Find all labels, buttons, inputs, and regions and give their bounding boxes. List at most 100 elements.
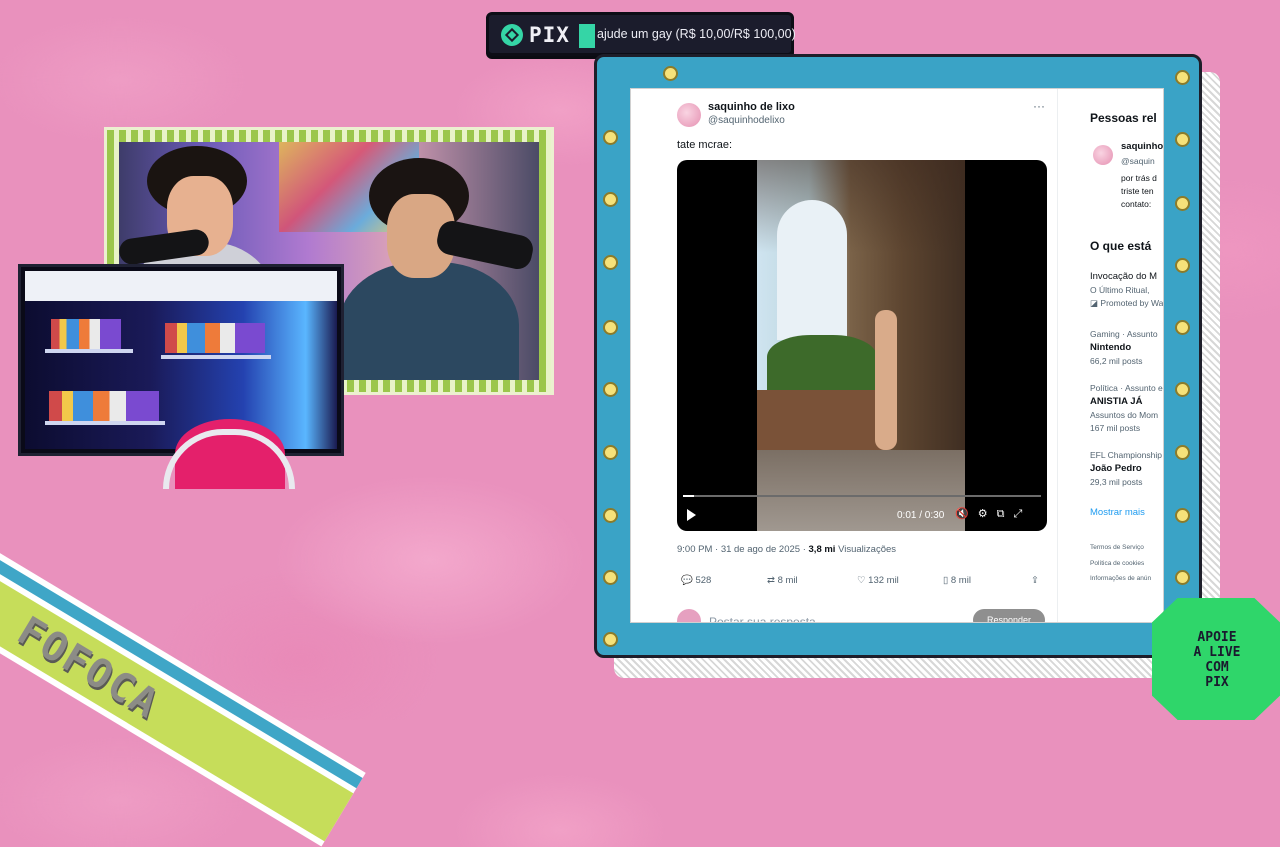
mute-icon[interactable]: 🔇 xyxy=(955,508,978,520)
video-progress-fill xyxy=(683,495,694,497)
related-bio-line: contato: xyxy=(1121,199,1152,209)
shelf-collectibles xyxy=(49,391,159,421)
video-wall xyxy=(757,390,887,450)
like-action[interactable]: ♡ 132 mil xyxy=(857,575,899,586)
video-foliage xyxy=(767,335,877,390)
trend-meta: 66,2 mil posts xyxy=(1090,356,1143,366)
guest-webcam-titlebar xyxy=(25,271,337,301)
tweet-meta: 9:00 PM · 31 de ago de 2025 · 3,8 mi Vis… xyxy=(677,544,896,555)
repost-action[interactable]: ⇄ 8 mil xyxy=(767,575,798,586)
trend-meta: Promoted by Wa xyxy=(1100,298,1164,308)
share-icon[interactable]: ⇪ xyxy=(1031,575,1039,586)
video-time: 0:01 / 0:30 xyxy=(897,510,945,521)
related-avatar[interactable] xyxy=(1093,145,1113,165)
footer-link[interactable]: Termos de Serviço xyxy=(1090,544,1144,551)
tweet-timestamp[interactable]: 9:00 PM · 31 de ago de 2025 · xyxy=(677,544,809,555)
related-name[interactable]: saquinho xyxy=(1121,141,1163,152)
marquee-bulb xyxy=(603,130,618,145)
marquee-bulb xyxy=(663,66,678,81)
related-bio-line: por trás d xyxy=(1121,173,1157,183)
marquee-bulb xyxy=(603,255,618,270)
marquee-bulb xyxy=(1175,320,1190,335)
marquee-bulb xyxy=(1175,132,1190,147)
settings-icon[interactable]: ⚙ xyxy=(978,508,997,520)
trend-meta: 167 mil posts xyxy=(1090,423,1141,433)
trend-item[interactable]: Política · Assunto e ANISTIA JÁ Assuntos… xyxy=(1090,383,1163,433)
more-options-icon[interactable]: ··· xyxy=(1033,99,1045,113)
video-controls: 🔇⚙⧉⤢ xyxy=(955,507,1031,521)
tweet-avatar[interactable] xyxy=(677,103,701,127)
trend-title: João Pedro xyxy=(1090,463,1142,474)
pix-icon xyxy=(501,24,523,46)
show-more-link[interactable]: Mostrar mais xyxy=(1090,507,1145,518)
pix-message: ajude um gay (R$ 10,00/R$ 100,00) xyxy=(597,27,796,41)
trend-context: Gaming · Assunto xyxy=(1090,329,1158,339)
shelf xyxy=(45,421,165,425)
trend-meta: 29,3 mil posts xyxy=(1090,477,1143,487)
tweet-panel: saquinho de lixo @saquinhodelixo ··· tat… xyxy=(631,89,1058,622)
trend-context: EFL Championship xyxy=(1090,450,1162,460)
reply-button[interactable]: Responder xyxy=(973,609,1045,622)
trend-item[interactable]: Gaming · Assunto Nintendo 66,2 mil posts xyxy=(1090,329,1163,366)
reply-input[interactable]: Postar sua resposta xyxy=(709,615,816,622)
footer-link[interactable]: Política de cookies xyxy=(1090,560,1144,567)
shelf-collectibles xyxy=(51,319,121,349)
browser-capture: saquinho de lixo @saquinhodelixo ··· tat… xyxy=(630,88,1164,623)
bookmark-count: 8 mil xyxy=(950,575,971,586)
tweet-video[interactable]: 0:01 / 0:30 🔇⚙⧉⤢ xyxy=(677,160,1047,531)
marquee-bulb xyxy=(1175,570,1190,585)
shelf xyxy=(161,355,271,359)
tweet-handle[interactable]: @saquinhodelixo xyxy=(708,115,785,126)
host-right-body xyxy=(339,262,519,380)
trend-title: ANISTIA JÁ xyxy=(1090,396,1143,407)
video-person xyxy=(875,310,897,450)
play-icon[interactable] xyxy=(687,509,696,521)
marquee-bulb xyxy=(603,445,618,460)
related-bio-line: triste ten xyxy=(1121,186,1154,196)
marquee-bulb xyxy=(603,192,618,207)
reply-action[interactable]: 💬 528 xyxy=(681,575,711,586)
marquee-bulb xyxy=(1175,382,1190,397)
reply-icon: 💬 xyxy=(681,575,693,586)
shelf-collectibles xyxy=(165,323,265,353)
reply-composer: Postar sua resposta Responder xyxy=(677,609,1047,622)
trend-title: Nintendo xyxy=(1090,342,1132,353)
video-frame xyxy=(757,160,965,531)
video-progress-bar[interactable] xyxy=(683,495,1041,497)
repost-icon: ⇄ xyxy=(767,575,775,586)
views-label: Visualizações xyxy=(835,544,897,555)
like-count: 132 mil xyxy=(868,575,899,586)
promoted-icon: ◪ xyxy=(1090,298,1099,308)
guest-webcam-window xyxy=(18,264,344,489)
heart-icon: ♡ xyxy=(857,575,866,586)
pip-icon[interactable]: ⧉ xyxy=(997,508,1014,520)
related-handle: @saquin xyxy=(1121,156,1155,166)
fullscreen-icon[interactable]: ⤢ xyxy=(1013,508,1031,520)
trend-title: Invocação do M xyxy=(1090,271,1158,282)
bookmark-action[interactable]: ▯ 8 mil xyxy=(943,575,971,586)
tweet-username[interactable]: saquinho de lixo xyxy=(708,101,795,113)
fofoca-ribbon: FOFOCA xyxy=(0,505,366,847)
shelf xyxy=(45,349,133,353)
marquee-bulb xyxy=(603,382,618,397)
trend-item[interactable]: EFL Championship João Pedro 29,3 mil pos… xyxy=(1090,450,1163,487)
pix-donation-bar: PIX ajude um gay (R$ 10,00/R$ 100,00) xyxy=(486,12,796,56)
guest-webcam-feed xyxy=(25,301,337,489)
marquee-bulb xyxy=(1175,258,1190,273)
related-heading: Pessoas rel xyxy=(1090,111,1157,125)
tweet-text: tate mcrae: xyxy=(677,139,733,151)
video-arch xyxy=(777,200,847,340)
footer-link[interactable]: Informações de anún xyxy=(1090,575,1151,582)
marquee-bulb xyxy=(1175,196,1190,211)
marquee-bulb xyxy=(603,320,618,335)
right-sidebar: Pessoas rel saquinho @saquin por trás d … xyxy=(1090,89,1164,622)
marquee-bulb xyxy=(603,508,618,523)
trend-item[interactable]: Invocação do M O Último Ritual, ◪ Promot… xyxy=(1090,271,1164,309)
reply-count: 528 xyxy=(695,575,712,586)
trending-heading: O que está xyxy=(1090,239,1152,253)
marquee-bulb xyxy=(603,632,618,647)
trend-context: Política · Assunto e xyxy=(1090,383,1163,393)
repost-count: 8 mil xyxy=(777,575,798,586)
marquee-bulb xyxy=(1175,70,1190,85)
marquee-bulb xyxy=(603,570,618,585)
